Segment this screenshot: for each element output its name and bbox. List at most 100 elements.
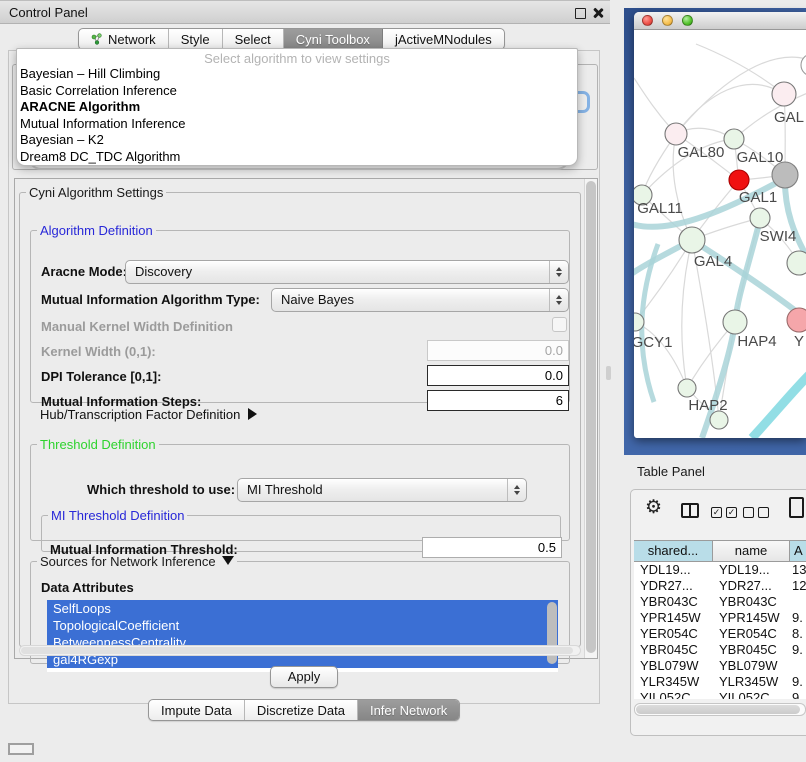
node-label: GAL4: [694, 253, 732, 270]
network-node-labels: GAL GAL80 GAL10 GAL1 GAL11 SWI4 GAL4 GCY…: [634, 109, 804, 414]
float-panel-icon[interactable]: [575, 8, 586, 19]
cell: 8.: [790, 626, 806, 642]
attribute-item-selfloops[interactable]: SelfLoops: [47, 600, 558, 617]
control-panel-window: Control Panel Network Style Select Cyni …: [0, 0, 610, 732]
table-row[interactable]: YBL079WYBL079W: [634, 658, 806, 674]
column-browser-icon[interactable]: [681, 503, 699, 518]
control-panel-tabs: Network Style Select Cyni Toolbox jActiv…: [78, 28, 505, 50]
node-gal4[interactable]: [679, 227, 705, 253]
vscroll-thumb[interactable]: [586, 181, 596, 653]
network-view-window[interactable]: GAL GAL80 GAL10 GAL1 GAL11 SWI4 GAL4 GCY…: [634, 12, 806, 438]
close-panel-icon[interactable]: [592, 7, 603, 18]
tab-impute-data-label: Impute Data: [161, 703, 232, 718]
tab-infer-network[interactable]: Infer Network: [358, 700, 459, 720]
cell: YIL052C: [713, 690, 790, 699]
column-header-shared-name[interactable]: shared...: [634, 541, 713, 561]
stepper-arrows-icon: [549, 289, 568, 311]
tab-select[interactable]: Select: [223, 29, 284, 49]
control-panel-titlebar: Control Panel: [0, 0, 610, 24]
data-attributes-list[interactable]: SelfLoops TopologicalCoefficient Between…: [47, 600, 558, 672]
cell: YPR145W: [713, 610, 790, 626]
gear-icon[interactable]: ⚙: [645, 498, 662, 517]
cell: YDL19...: [713, 562, 790, 578]
table-body[interactable]: YDL19...YDL19...13 YDR27...YDR27...12 YB…: [634, 562, 806, 699]
node-label: HAP4: [737, 333, 776, 350]
table-hscroll-thumb[interactable]: [636, 705, 800, 714]
node-hap4[interactable]: [723, 310, 747, 334]
dropdown-item-mutual-information[interactable]: Mutual Information Inference: [17, 116, 577, 133]
dpi-tolerance-field[interactable]: 0.0: [427, 365, 569, 386]
which-threshold-value: MI Threshold: [247, 482, 323, 497]
cell: YBR045C: [713, 642, 790, 658]
kernel-width-field[interactable]: 0.0: [427, 340, 569, 361]
table-row[interactable]: YLR345WYLR345W9.: [634, 674, 806, 690]
aracne-mode-label: Aracne Mode:: [41, 264, 127, 279]
tab-cyni-toolbox[interactable]: Cyni Toolbox: [284, 29, 383, 49]
table-row[interactable]: YBR043CYBR043C: [634, 594, 806, 610]
hub-definition-label: Hub/Transcription Factor Definition: [40, 407, 240, 422]
deselect-all-columns-icon[interactable]: [743, 507, 769, 518]
close-window-icon[interactable]: [642, 15, 653, 26]
dropdown-item-bayesian-k2[interactable]: Bayesian – K2: [17, 132, 577, 149]
tab-discretize-data[interactable]: Discretize Data: [245, 700, 358, 720]
export-table-icon[interactable]: [789, 497, 804, 518]
minimize-window-icon[interactable]: [662, 15, 673, 26]
cell: 9.: [790, 610, 806, 626]
node-gal10[interactable]: [724, 129, 744, 149]
node-swi4[interactable]: [750, 208, 770, 228]
settings-horizontal-scrollbar[interactable]: [19, 645, 581, 656]
hscroll-thumb[interactable]: [21, 647, 573, 654]
node-label: GCY1: [634, 334, 672, 351]
network-desktop: GAL GAL80 GAL10 GAL1 GAL11 SWI4 GAL4 GCY…: [624, 8, 806, 455]
node-label: HAP2: [688, 397, 727, 414]
attribute-item-topologicalcoefficient[interactable]: TopologicalCoefficient: [47, 617, 558, 634]
cell: YBR043C: [634, 594, 713, 610]
node-hap2[interactable]: [678, 379, 696, 397]
network-window-titlebar[interactable]: [634, 12, 806, 30]
settings-vertical-scrollbar[interactable]: [584, 179, 597, 658]
table-horizontal-scrollbar[interactable]: [634, 703, 806, 716]
tab-network[interactable]: Network: [79, 29, 169, 49]
node-unnamed-topright[interactable]: [801, 54, 806, 76]
node-gal80[interactable]: [665, 123, 687, 145]
which-threshold-combobox[interactable]: MI Threshold: [237, 478, 527, 502]
column-header-partial[interactable]: A: [790, 541, 806, 561]
network-graph-canvas[interactable]: GAL GAL80 GAL10 GAL1 GAL11 SWI4 GAL4 GCY…: [634, 30, 806, 438]
dropdown-item-dream8[interactable]: Dream8 DC_TDC Algorithm: [17, 149, 577, 166]
node-gal-partial[interactable]: [772, 82, 796, 106]
apply-button[interactable]: Apply: [270, 666, 338, 688]
dropdown-item-basic-correlation[interactable]: Basic Correlation Inference: [17, 83, 577, 100]
tab-discretize-data-label: Discretize Data: [257, 703, 345, 718]
aracne-mode-combobox[interactable]: Discovery: [125, 260, 569, 284]
hub-definition-expander[interactable]: Hub/Transcription Factor Definition: [40, 407, 257, 422]
sources-title[interactable]: Sources for Network Inference: [37, 554, 237, 569]
mi-algorithm-type-combobox[interactable]: Naive Bayes: [271, 288, 569, 312]
zoom-window-icon[interactable]: [682, 15, 693, 26]
table-row[interactable]: YDL19...YDL19...13: [634, 562, 806, 578]
mi-steps-field[interactable]: 6: [427, 390, 569, 411]
column-header-name[interactable]: name: [713, 541, 790, 561]
cell: YBR043C: [713, 594, 790, 610]
node-right-green[interactable]: [787, 251, 806, 275]
minimized-panel-icon[interactable]: [8, 743, 34, 755]
table-row[interactable]: YIL052CYIL052C9.: [634, 690, 806, 699]
tab-jactivemnodules[interactable]: jActiveMNodules: [383, 29, 504, 49]
dropdown-placeholder: Select algorithm to view settings: [17, 51, 577, 66]
tab-network-label: Network: [108, 32, 156, 47]
node-y-partial[interactable]: [787, 308, 806, 332]
tab-impute-data[interactable]: Impute Data: [149, 700, 245, 720]
dropdown-item-aracne[interactable]: ARACNE Algorithm: [17, 99, 577, 116]
panel-split-handle[interactable]: [606, 366, 611, 380]
table-row[interactable]: YBR045CYBR045C9.: [634, 642, 806, 658]
table-row[interactable]: YDR27...YDR27...12: [634, 578, 806, 594]
select-all-columns-icon[interactable]: ✓✓: [711, 507, 737, 518]
dropdown-item-bayesian-hill-climbing[interactable]: Bayesian – Hill Climbing: [17, 66, 577, 83]
node-label: GAL11: [637, 200, 683, 217]
table-row[interactable]: YER054CYER054C8.: [634, 626, 806, 642]
table-row[interactable]: YPR145WYPR145W9.: [634, 610, 806, 626]
tab-style[interactable]: Style: [169, 29, 223, 49]
node-gal1-selected[interactable]: [729, 170, 749, 190]
manual-kernel-width-checkbox[interactable]: [552, 317, 567, 332]
cell: [790, 658, 806, 674]
unchecked-box-icon: [743, 507, 754, 518]
